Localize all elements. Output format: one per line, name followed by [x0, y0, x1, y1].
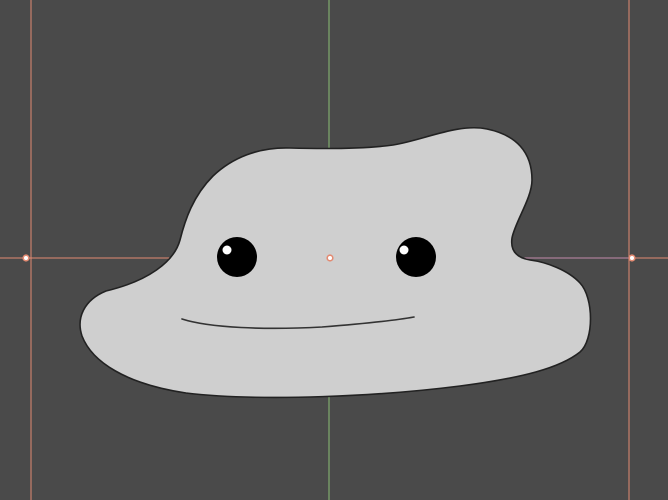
guide-point-left[interactable]: [22, 254, 30, 262]
viewport-canvas[interactable]: [0, 0, 668, 500]
right-eye-icon: [396, 237, 436, 277]
guide-point-center[interactable]: [326, 254, 334, 262]
left-eye-icon: [217, 237, 257, 277]
right-eye-highlight-icon: [399, 245, 409, 255]
right-eye: [396, 237, 436, 277]
left-eye: [217, 237, 257, 277]
left-eye-highlight-icon: [222, 245, 232, 255]
guide-point-right[interactable]: [628, 254, 636, 262]
